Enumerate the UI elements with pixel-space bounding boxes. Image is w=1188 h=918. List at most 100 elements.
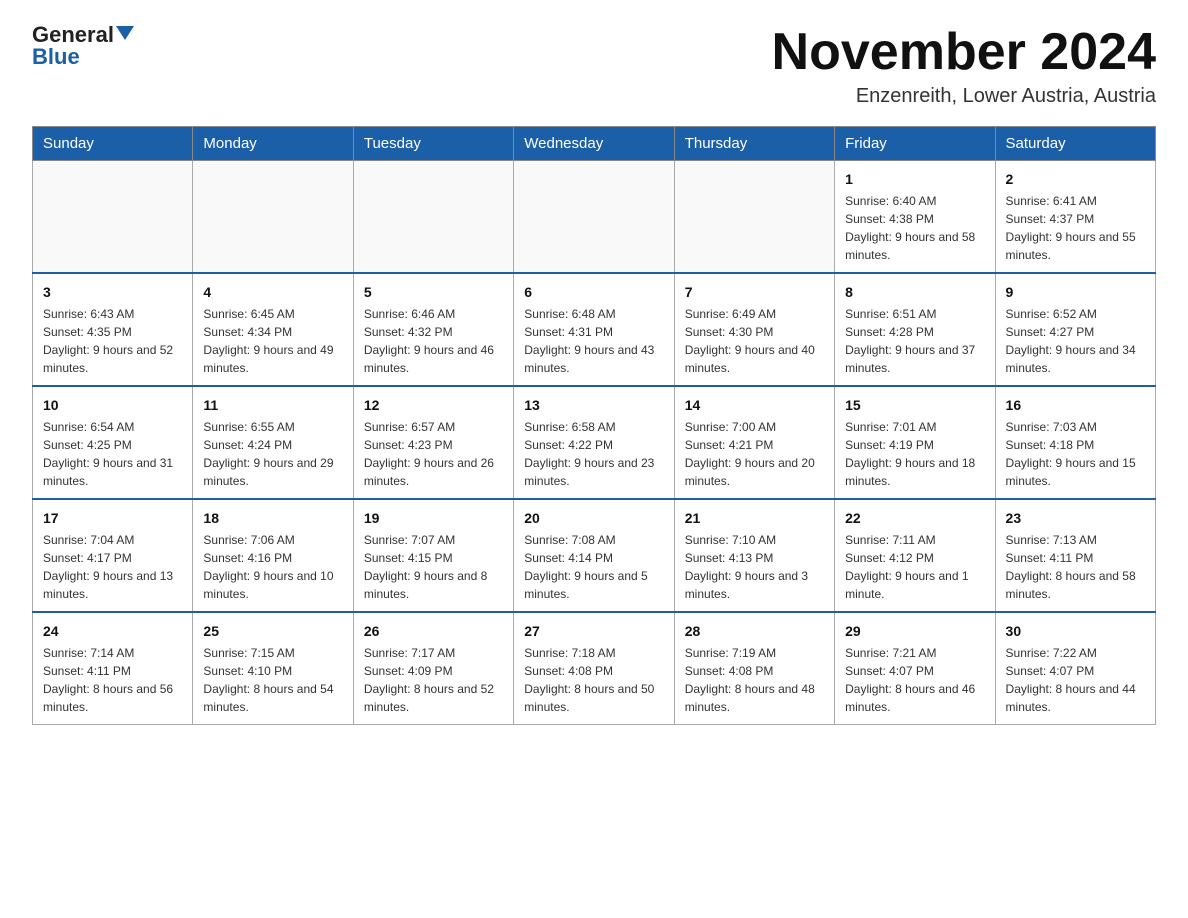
calendar-table: Sunday Monday Tuesday Wednesday Thursday…: [32, 126, 1156, 725]
day-info: Sunrise: 6:40 AMSunset: 4:38 PMDaylight:…: [845, 194, 975, 262]
table-row: 15 Sunrise: 7:01 AMSunset: 4:19 PMDayligh…: [835, 386, 995, 499]
table-row: 9 Sunrise: 6:52 AMSunset: 4:27 PMDaylight…: [995, 273, 1155, 386]
day-number: 28: [685, 621, 824, 642]
day-info: Sunrise: 7:03 AMSunset: 4:18 PMDaylight:…: [1006, 420, 1136, 488]
day-number: 8: [845, 282, 984, 303]
day-number: 13: [524, 395, 663, 416]
table-row: 10 Sunrise: 6:54 AMSunset: 4:25 PMDayligh…: [33, 386, 193, 499]
day-number: 9: [1006, 282, 1145, 303]
day-info: Sunrise: 6:58 AMSunset: 4:22 PMDaylight:…: [524, 420, 654, 488]
day-number: 2: [1006, 169, 1145, 190]
day-number: 26: [364, 621, 503, 642]
table-row: [33, 161, 193, 274]
day-info: Sunrise: 7:19 AMSunset: 4:08 PMDaylight:…: [685, 646, 815, 714]
header-wednesday: Wednesday: [514, 127, 674, 161]
day-info: Sunrise: 7:08 AMSunset: 4:14 PMDaylight:…: [524, 533, 647, 601]
day-info: Sunrise: 7:17 AMSunset: 4:09 PMDaylight:…: [364, 646, 494, 714]
logo-part2: Blue: [32, 44, 80, 70]
day-info: Sunrise: 7:07 AMSunset: 4:15 PMDaylight:…: [364, 533, 487, 601]
day-info: Sunrise: 6:48 AMSunset: 4:31 PMDaylight:…: [524, 307, 654, 375]
table-row: [514, 161, 674, 274]
table-row: 26 Sunrise: 7:17 AMSunset: 4:09 PMDayligh…: [353, 612, 513, 725]
day-number: 15: [845, 395, 984, 416]
calendar-week-row: 10 Sunrise: 6:54 AMSunset: 4:25 PMDayligh…: [33, 386, 1156, 499]
header-saturday: Saturday: [995, 127, 1155, 161]
table-row: 16Sunrise: 7:03 AMSunset: 4:18 PMDayligh…: [995, 386, 1155, 499]
day-info: Sunrise: 6:51 AMSunset: 4:28 PMDaylight:…: [845, 307, 975, 375]
table-row: 19Sunrise: 7:07 AMSunset: 4:15 PMDayligh…: [353, 499, 513, 612]
header-monday: Monday: [193, 127, 353, 161]
day-number: 1: [845, 169, 984, 190]
day-number: 22: [845, 508, 984, 529]
header-thursday: Thursday: [674, 127, 834, 161]
header-tuesday: Tuesday: [353, 127, 513, 161]
logo: General Blue: [32, 24, 134, 70]
logo-part1: General: [32, 24, 134, 46]
day-number: 29: [845, 621, 984, 642]
calendar-week-row: 17 Sunrise: 7:04 AMSunset: 4:17 PMDayligh…: [33, 499, 1156, 612]
calendar-title: November 2024: [772, 24, 1156, 81]
header-friday: Friday: [835, 127, 995, 161]
day-info: Sunrise: 6:45 AMSunset: 4:34 PMDaylight:…: [203, 307, 333, 375]
day-number: 23: [1006, 508, 1145, 529]
day-number: 30: [1006, 621, 1145, 642]
day-number: 3: [43, 282, 182, 303]
day-number: 4: [203, 282, 342, 303]
calendar-week-row: 24 Sunrise: 7:14 AMSunset: 4:11 PMDayligh…: [33, 612, 1156, 725]
day-info: Sunrise: 6:43 AMSunset: 4:35 PMDaylight:…: [43, 307, 173, 375]
table-row: 25 Sunrise: 7:15 AMSunset: 4:10 PMDayligh…: [193, 612, 353, 725]
table-row: [674, 161, 834, 274]
day-info: Sunrise: 7:04 AMSunset: 4:17 PMDaylight:…: [43, 533, 173, 601]
day-number: 24: [43, 621, 182, 642]
table-row: 5Sunrise: 6:46 AMSunset: 4:32 PMDaylight…: [353, 273, 513, 386]
table-row: 6 Sunrise: 6:48 AMSunset: 4:31 PMDaylight…: [514, 273, 674, 386]
day-info: Sunrise: 7:13 AMSunset: 4:11 PMDaylight:…: [1006, 533, 1136, 601]
header: General Blue November 2024 Enzenreith, L…: [32, 24, 1156, 108]
day-info: Sunrise: 7:18 AMSunset: 4:08 PMDaylight:…: [524, 646, 654, 714]
table-row: 29 Sunrise: 7:21 AMSunset: 4:07 PMDayligh…: [835, 612, 995, 725]
table-row: 23 Sunrise: 7:13 AMSunset: 4:11 PMDayligh…: [995, 499, 1155, 612]
table-row: 8 Sunrise: 6:51 AMSunset: 4:28 PMDaylight…: [835, 273, 995, 386]
day-number: 25: [203, 621, 342, 642]
day-number: 17: [43, 508, 182, 529]
day-info: Sunrise: 6:49 AMSunset: 4:30 PMDaylight:…: [685, 307, 815, 375]
day-number: 14: [685, 395, 824, 416]
table-row: 17 Sunrise: 7:04 AMSunset: 4:17 PMDayligh…: [33, 499, 193, 612]
day-number: 27: [524, 621, 663, 642]
day-number: 12: [364, 395, 503, 416]
calendar-header-row: Sunday Monday Tuesday Wednesday Thursday…: [33, 127, 1156, 161]
day-number: 20: [524, 508, 663, 529]
day-info: Sunrise: 6:54 AMSunset: 4:25 PMDaylight:…: [43, 420, 173, 488]
table-row: 7 Sunrise: 6:49 AMSunset: 4:30 PMDaylight…: [674, 273, 834, 386]
table-row: 14 Sunrise: 7:00 AMSunset: 4:21 PMDayligh…: [674, 386, 834, 499]
day-number: 18: [203, 508, 342, 529]
day-info: Sunrise: 7:21 AMSunset: 4:07 PMDaylight:…: [845, 646, 975, 714]
table-row: 22Sunrise: 7:11 AMSunset: 4:12 PMDayligh…: [835, 499, 995, 612]
table-row: 18Sunrise: 7:06 AMSunset: 4:16 PMDayligh…: [193, 499, 353, 612]
day-number: 6: [524, 282, 663, 303]
day-info: Sunrise: 6:55 AMSunset: 4:24 PMDaylight:…: [203, 420, 333, 488]
calendar-subtitle: Enzenreith, Lower Austria, Austria: [772, 85, 1156, 108]
day-info: Sunrise: 6:46 AMSunset: 4:32 PMDaylight:…: [364, 307, 494, 375]
day-info: Sunrise: 7:01 AMSunset: 4:19 PMDaylight:…: [845, 420, 975, 488]
table-row: 20 Sunrise: 7:08 AMSunset: 4:14 PMDayligh…: [514, 499, 674, 612]
day-info: Sunrise: 7:15 AMSunset: 4:10 PMDaylight:…: [203, 646, 333, 714]
table-row: 11Sunrise: 6:55 AMSunset: 4:24 PMDayligh…: [193, 386, 353, 499]
header-sunday: Sunday: [33, 127, 193, 161]
day-info: Sunrise: 7:14 AMSunset: 4:11 PMDaylight:…: [43, 646, 173, 714]
day-number: 21: [685, 508, 824, 529]
day-number: 10: [43, 395, 182, 416]
day-info: Sunrise: 6:41 AMSunset: 4:37 PMDaylight:…: [1006, 194, 1136, 262]
day-number: 7: [685, 282, 824, 303]
table-row: [353, 161, 513, 274]
table-row: 27 Sunrise: 7:18 AMSunset: 4:08 PMDayligh…: [514, 612, 674, 725]
table-row: 4 Sunrise: 6:45 AMSunset: 4:34 PMDaylight…: [193, 273, 353, 386]
day-info: Sunrise: 7:22 AMSunset: 4:07 PMDaylight:…: [1006, 646, 1136, 714]
day-info: Sunrise: 6:52 AMSunset: 4:27 PMDaylight:…: [1006, 307, 1136, 375]
day-info: Sunrise: 7:10 AMSunset: 4:13 PMDaylight:…: [685, 533, 808, 601]
table-row: 3 Sunrise: 6:43 AMSunset: 4:35 PMDaylight…: [33, 273, 193, 386]
table-row: 2 Sunrise: 6:41 AMSunset: 4:37 PMDaylight…: [995, 161, 1155, 274]
calendar-week-row: 3 Sunrise: 6:43 AMSunset: 4:35 PMDaylight…: [33, 273, 1156, 386]
table-row: 28 Sunrise: 7:19 AMSunset: 4:08 PMDayligh…: [674, 612, 834, 725]
day-info: Sunrise: 7:00 AMSunset: 4:21 PMDaylight:…: [685, 420, 815, 488]
